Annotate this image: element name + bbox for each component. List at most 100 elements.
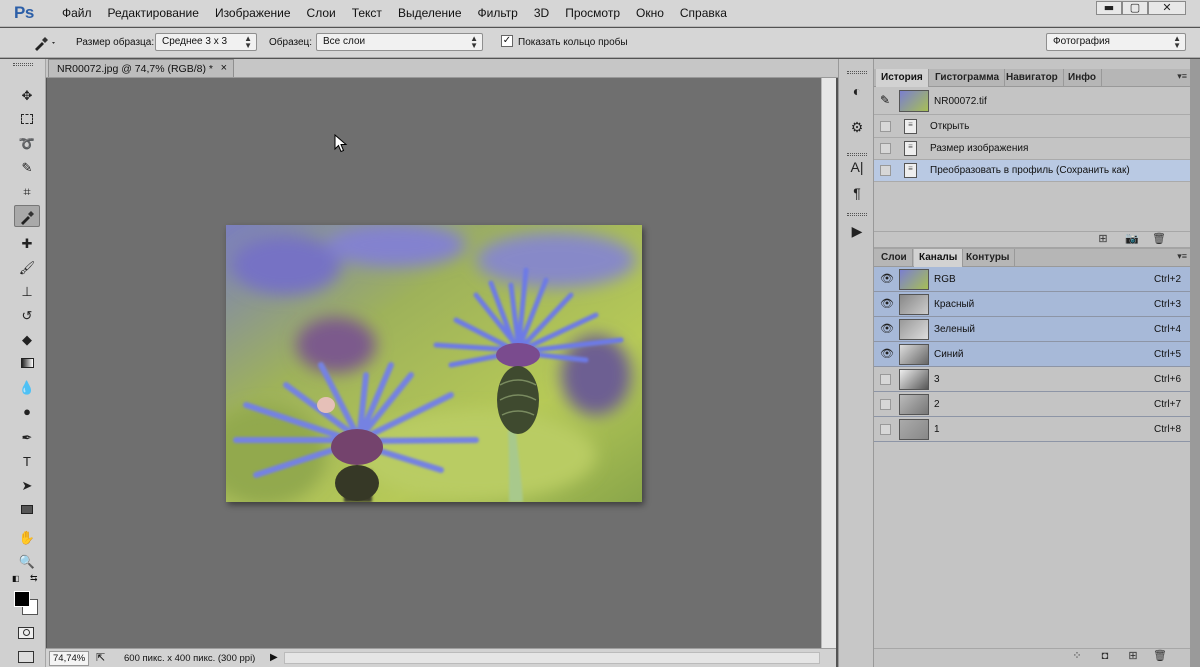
- sample-size-dropdown[interactable]: Среднее 3 х 3 ▲ ▼: [155, 33, 257, 51]
- tab-navigator[interactable]: Навигатор: [1001, 69, 1064, 87]
- trash-icon[interactable]: 🗑: [1152, 233, 1166, 246]
- minimize-button[interactable]: ▬: [1096, 1, 1122, 15]
- close-document-icon[interactable]: ×: [221, 62, 227, 74]
- gradient-tool-icon[interactable]: [14, 353, 40, 375]
- right-panels-scrollbar[interactable]: [1190, 59, 1200, 667]
- history-source-checkbox[interactable]: [880, 143, 891, 154]
- tab-history[interactable]: История: [876, 69, 929, 87]
- strip-grip[interactable]: [847, 153, 867, 156]
- panel-menu-icon[interactable]: ▾≡: [1177, 251, 1187, 262]
- clone-stamp-tool-icon[interactable]: ⊥: [14, 281, 40, 303]
- visibility-toggle[interactable]: [880, 399, 891, 410]
- show-ring-checkbox[interactable]: ✓: [501, 35, 513, 47]
- toolbar-grip[interactable]: [13, 63, 33, 66]
- menu-file[interactable]: Файл: [54, 6, 100, 20]
- channel-rgb[interactable]: 👁 RGB Ctrl+2: [874, 267, 1191, 292]
- eye-icon[interactable]: 👁: [880, 299, 894, 310]
- export-icon[interactable]: ⇱: [96, 651, 105, 664]
- pen-tool-icon[interactable]: ✒: [14, 427, 40, 449]
- eye-icon[interactable]: 👁: [880, 274, 894, 285]
- hand-tool-icon[interactable]: ✋: [14, 527, 40, 549]
- quick-mask-icon[interactable]: [18, 627, 34, 639]
- sample-dropdown[interactable]: Все слои ▲ ▼: [316, 33, 483, 51]
- channel-1[interactable]: 1 Ctrl+8: [874, 417, 1191, 442]
- brush-tool-icon[interactable]: 🖌: [14, 257, 40, 279]
- lasso-tool-icon[interactable]: ➰: [14, 133, 40, 155]
- strip-grip[interactable]: [847, 71, 867, 74]
- load-selection-icon[interactable]: ⁘: [1070, 650, 1084, 663]
- save-selection-icon[interactable]: ◘: [1098, 650, 1112, 663]
- foreground-color-swatch[interactable]: [14, 591, 30, 607]
- eye-icon[interactable]: 👁: [880, 349, 894, 360]
- dodge-tool-icon[interactable]: ●: [14, 401, 40, 423]
- panel-menu-icon[interactable]: ▾≡: [1177, 71, 1187, 82]
- menu-type[interactable]: Текст: [344, 6, 390, 20]
- crop-tool-icon[interactable]: ⌗: [14, 181, 40, 203]
- path-select-tool-icon[interactable]: ➤: [14, 475, 40, 497]
- channel-3[interactable]: 3 Ctrl+6: [874, 367, 1191, 392]
- trash-icon[interactable]: 🗑: [1153, 650, 1167, 663]
- actions-play-icon[interactable]: ▶: [846, 221, 868, 241]
- move-tool-icon[interactable]: ✥: [14, 85, 40, 107]
- camera-snapshot-icon[interactable]: 📷: [1125, 233, 1139, 246]
- channel-2[interactable]: 2 Ctrl+7: [874, 392, 1191, 417]
- history-state-convert-profile[interactable]: ≡ Преобразовать в профиль (Сохранить как…: [874, 160, 1191, 182]
- tab-channels[interactable]: Каналы: [914, 249, 964, 267]
- menu-3d[interactable]: 3D: [526, 6, 557, 20]
- character-icon[interactable]: A|: [846, 157, 868, 177]
- menu-edit[interactable]: Редактирование: [100, 6, 207, 20]
- new-channel-icon[interactable]: ⊞: [1126, 650, 1140, 663]
- eye-icon[interactable]: 👁: [880, 324, 894, 335]
- history-brush-source-icon[interactable]: ✎: [880, 93, 890, 107]
- cornflower-photo[interactable]: [226, 225, 642, 502]
- paragraph-icon[interactable]: ¶: [846, 183, 868, 203]
- default-colors-icon[interactable]: ◧: [12, 574, 20, 583]
- close-window-button[interactable]: ✕: [1148, 1, 1186, 15]
- tab-info[interactable]: Инфо: [1063, 69, 1102, 87]
- document-tab[interactable]: NR00072.jpg @ 74,7% (RGB/8) * ×: [48, 59, 234, 77]
- menu-filter[interactable]: Фильтр: [470, 6, 526, 20]
- eyedropper-tool-icon[interactable]: [14, 205, 40, 227]
- screen-mode-icon[interactable]: [18, 651, 34, 663]
- rectangle-tool-icon[interactable]: [14, 499, 40, 521]
- menu-help[interactable]: Справка: [672, 6, 735, 20]
- tab-paths[interactable]: Контуры: [961, 249, 1016, 267]
- horizontal-scrollbar[interactable]: [284, 652, 820, 664]
- tab-layers[interactable]: Слои: [876, 249, 913, 267]
- healing-brush-tool-icon[interactable]: ✚: [14, 233, 40, 255]
- channel-green[interactable]: 👁 Зеленый Ctrl+4: [874, 317, 1191, 342]
- zoom-field[interactable]: 74,74%: [49, 651, 89, 666]
- history-state-open[interactable]: ≡ Открыть: [874, 116, 1191, 138]
- menu-layers[interactable]: Слои: [299, 6, 344, 20]
- channel-red[interactable]: 👁 Красный Ctrl+3: [874, 292, 1191, 317]
- canvas-vertical-scrollbar[interactable]: [821, 78, 836, 648]
- marquee-tool-icon[interactable]: [14, 109, 40, 131]
- maximize-button[interactable]: ▢: [1122, 1, 1148, 15]
- type-tool-icon[interactable]: T: [14, 451, 40, 473]
- tab-histogram[interactable]: Гистограмма: [930, 69, 1006, 87]
- menu-image[interactable]: Изображение: [207, 6, 299, 20]
- history-snapshot[interactable]: ✎ NR00072.tif: [874, 88, 1191, 115]
- history-brush-tool-icon[interactable]: ↺: [14, 305, 40, 327]
- strip-grip[interactable]: [847, 213, 867, 216]
- zoom-tool-icon[interactable]: 🔍: [14, 551, 40, 573]
- status-menu-arrow-icon[interactable]: ▶: [270, 652, 278, 663]
- new-document-from-state-icon[interactable]: ⊞: [1096, 233, 1110, 246]
- history-source-checkbox[interactable]: [880, 121, 891, 132]
- menu-select[interactable]: Выделение: [390, 6, 470, 20]
- eraser-tool-icon[interactable]: ◆: [14, 329, 40, 351]
- visibility-toggle[interactable]: [880, 424, 891, 435]
- history-source-checkbox[interactable]: [880, 165, 891, 176]
- blur-tool-icon[interactable]: 💧: [14, 377, 40, 399]
- menu-window[interactable]: Окно: [628, 6, 672, 20]
- swap-colors-icon[interactable]: ⇆: [30, 573, 38, 584]
- visibility-toggle[interactable]: [880, 374, 891, 385]
- history-state-image-size[interactable]: ≡ Размер изображения: [874, 138, 1191, 160]
- channel-blue[interactable]: 👁 Синий Ctrl+5: [874, 342, 1191, 367]
- quick-select-tool-icon[interactable]: ✎: [14, 157, 40, 179]
- history-icon[interactable]: ◐: [846, 81, 868, 101]
- menu-view[interactable]: Просмотр: [557, 6, 628, 20]
- properties-icon[interactable]: ⚙: [846, 117, 868, 137]
- workspace-dropdown[interactable]: Фотография ▲ ▼: [1046, 33, 1186, 51]
- eyedropper-preset-icon[interactable]: [32, 34, 58, 52]
